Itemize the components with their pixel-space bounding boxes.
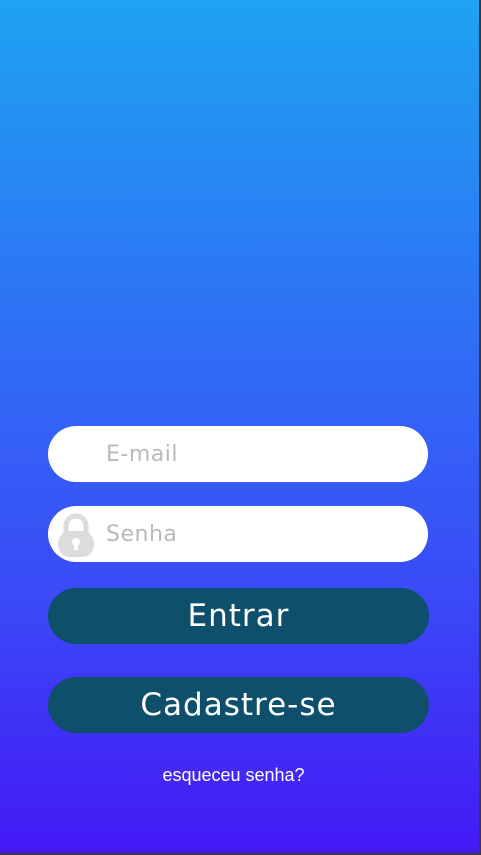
email-input[interactable] <box>106 426 406 482</box>
email-field[interactable] <box>48 426 428 482</box>
forgot-password-link[interactable]: esqueceu senha? <box>0 765 467 786</box>
signup-button-label: Cadastre-se <box>140 687 337 723</box>
login-button[interactable]: Entrar <box>48 588 429 644</box>
lock-icon <box>56 513 96 557</box>
login-screen: Entrar Cadastre-se esqueceu senha? <box>0 0 479 853</box>
password-input[interactable] <box>106 506 406 562</box>
password-field[interactable] <box>48 506 428 562</box>
login-button-label: Entrar <box>187 598 290 634</box>
signup-button[interactable]: Cadastre-se <box>48 677 429 733</box>
